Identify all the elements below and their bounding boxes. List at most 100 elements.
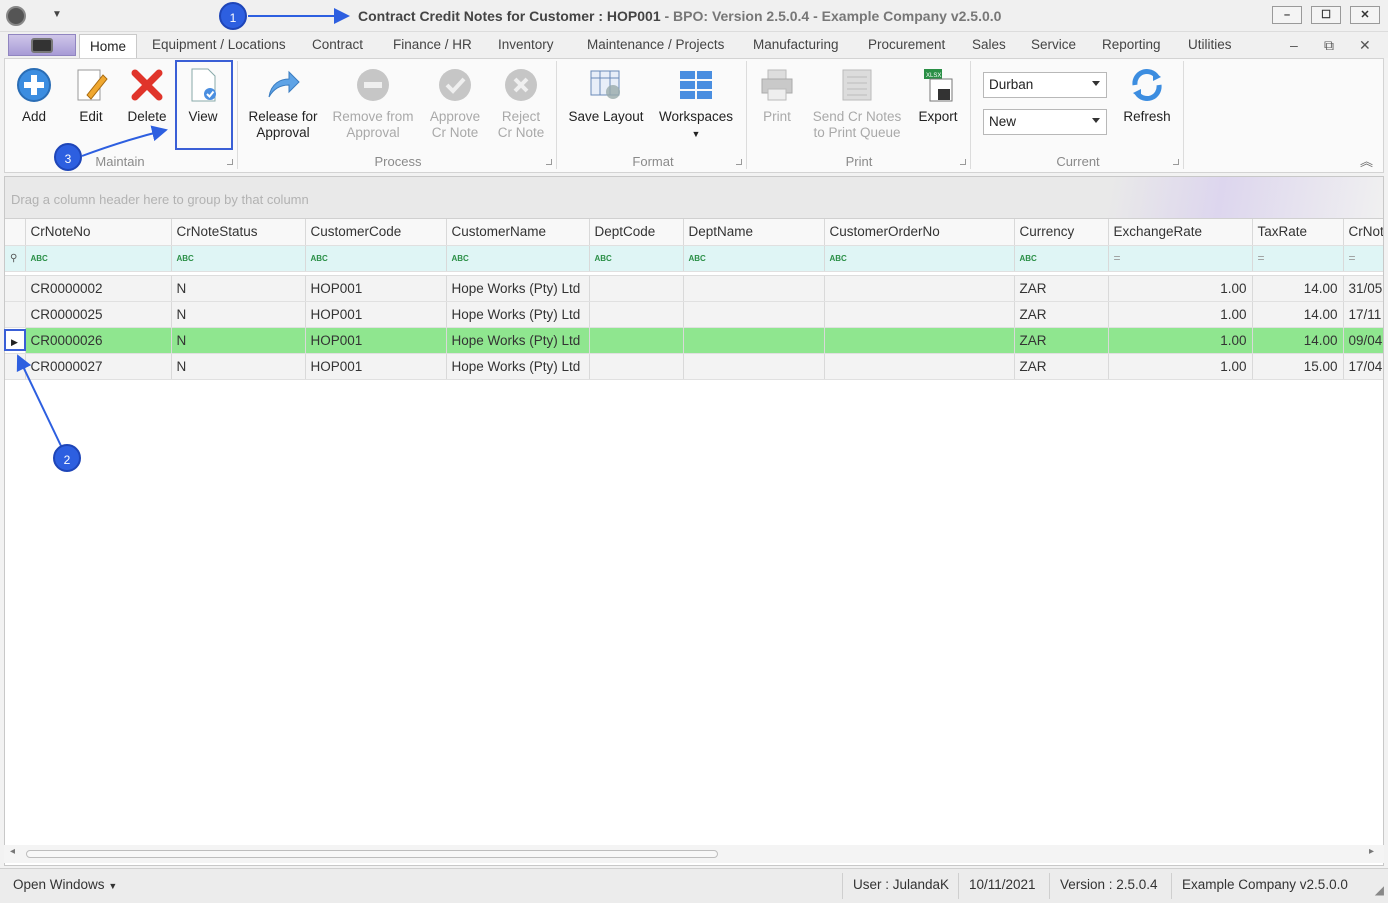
table-row[interactable]: CR0000002 N HOP001 Hope Works (Pty) Ltd ZAR 1…: [5, 275, 1383, 302]
table-cell[interactable]: 14.00: [1252, 327, 1344, 354]
format-launcher-icon[interactable]: [736, 159, 742, 165]
col-header-taxrate[interactable]: TaxRate: [1252, 219, 1344, 246]
filter-cell[interactable]: ABC: [305, 245, 447, 272]
workspaces-button[interactable]: Workspaces ▼: [657, 63, 735, 142]
filter-cell[interactable]: =: [1252, 245, 1344, 272]
tab-reporting[interactable]: Reporting: [1102, 37, 1161, 52]
tab-contract[interactable]: Contract: [312, 37, 363, 52]
edit-button[interactable]: Edit: [71, 63, 111, 125]
table-cell[interactable]: [683, 353, 825, 380]
refresh-button[interactable]: Refresh: [1117, 63, 1177, 125]
current-launcher-icon[interactable]: [1173, 159, 1179, 165]
tab-home[interactable]: Home: [79, 34, 138, 59]
process-launcher-icon[interactable]: [546, 159, 552, 165]
horizontal-scrollbar[interactable]: ◂ ▸: [4, 845, 1384, 863]
table-cell[interactable]: N: [171, 327, 306, 354]
table-cell[interactable]: [589, 275, 684, 302]
release-for-approval-button[interactable]: Release for Approval: [245, 63, 321, 141]
scroll-left-icon[interactable]: ◂: [10, 846, 15, 857]
filter-cell[interactable]: ABC: [1014, 245, 1109, 272]
scroll-right-icon[interactable]: ▸: [1369, 846, 1374, 857]
minimize-button[interactable]: –: [1272, 6, 1302, 24]
col-header-exchangerate[interactable]: ExchangeRate: [1108, 219, 1253, 246]
mdi-close-icon[interactable]: ✕: [1359, 37, 1371, 54]
send-to-print-queue-button[interactable]: Send Cr Notes to Print Queue: [807, 63, 907, 141]
group-by-panel[interactable]: Drag a column header here to group by th…: [5, 177, 1383, 219]
table-cell[interactable]: [589, 327, 684, 354]
maintain-launcher-icon[interactable]: [227, 159, 233, 165]
table-cell[interactable]: Hope Works (Pty) Ltd: [446, 275, 590, 302]
table-cell[interactable]: 09/04: [1343, 327, 1383, 354]
reject-cr-note-button[interactable]: Reject Cr Note: [493, 63, 549, 141]
table-cell[interactable]: [824, 327, 1015, 354]
tab-procurement[interactable]: Procurement: [868, 37, 945, 52]
row-indicator[interactable]: [5, 275, 26, 302]
table-cell[interactable]: CR0000002: [25, 275, 172, 302]
table-cell[interactable]: [824, 301, 1015, 328]
col-header-currency[interactable]: Currency: [1014, 219, 1109, 246]
col-header-customercode[interactable]: CustomerCode: [305, 219, 447, 246]
table-row[interactable]: CR0000025 N HOP001 Hope Works (Pty) Ltd ZAR 1…: [5, 301, 1383, 328]
table-cell[interactable]: HOP001: [305, 327, 447, 354]
table-cell[interactable]: CR0000025: [25, 301, 172, 328]
table-cell[interactable]: Hope Works (Pty) Ltd: [446, 353, 590, 380]
tab-utilities[interactable]: Utilities: [1188, 37, 1232, 52]
col-header-customername[interactable]: CustomerName: [446, 219, 590, 246]
quick-access-dropdown-icon[interactable]: ▼: [52, 9, 62, 20]
col-header-customerorderno[interactable]: CustomerOrderNo: [824, 219, 1015, 246]
col-header-deptcode[interactable]: DeptCode: [589, 219, 684, 246]
tab-service[interactable]: Service: [1031, 37, 1076, 52]
table-cell[interactable]: [589, 353, 684, 380]
resize-grip-icon[interactable]: ◢: [1375, 883, 1384, 897]
filter-cell[interactable]: =: [1343, 245, 1383, 272]
mdi-minimize-icon[interactable]: –: [1290, 37, 1298, 53]
delete-button[interactable]: Delete: [123, 63, 171, 125]
col-header-crnotestatus[interactable]: CrNoteStatus: [171, 219, 306, 246]
filter-cell[interactable]: ABC: [589, 245, 684, 272]
table-row[interactable]: ▶ CR0000026 N HOP001 Hope Works (Pty) Ltd ZAR…: [5, 327, 1383, 354]
table-cell[interactable]: 17/11: [1343, 301, 1383, 328]
filter-cell[interactable]: ABC: [683, 245, 825, 272]
remove-from-approval-button[interactable]: Remove from Approval: [331, 63, 415, 141]
table-cell[interactable]: CR0000026: [25, 327, 172, 354]
mdi-restore-icon[interactable]: ⧉: [1324, 37, 1334, 54]
table-cell[interactable]: 15.00: [1252, 353, 1344, 380]
save-layout-button[interactable]: Save Layout: [565, 63, 647, 125]
tab-manufacturing[interactable]: Manufacturing: [753, 37, 839, 52]
table-cell[interactable]: HOP001: [305, 353, 447, 380]
filter-cell[interactable]: ABC: [446, 245, 590, 272]
table-cell[interactable]: [683, 275, 825, 302]
status-dropdown[interactable]: New: [983, 109, 1107, 135]
table-cell[interactable]: ZAR: [1014, 327, 1109, 354]
table-cell[interactable]: N: [171, 275, 306, 302]
table-cell[interactable]: 1.00: [1108, 275, 1253, 302]
site-dropdown[interactable]: Durban: [983, 72, 1107, 98]
table-cell[interactable]: ZAR: [1014, 301, 1109, 328]
col-header-deptname[interactable]: DeptName: [683, 219, 825, 246]
table-cell[interactable]: 31/05: [1343, 275, 1383, 302]
table-cell[interactable]: 1.00: [1108, 327, 1253, 354]
table-cell[interactable]: HOP001: [305, 301, 447, 328]
filter-cell[interactable]: ABC: [824, 245, 1015, 272]
file-menu-button[interactable]: [8, 34, 76, 56]
tab-inventory[interactable]: Inventory: [498, 37, 554, 52]
table-cell[interactable]: ZAR: [1014, 353, 1109, 380]
filter-cell[interactable]: ABC: [171, 245, 306, 272]
approve-cr-note-button[interactable]: Approve Cr Note: [425, 63, 485, 141]
table-cell[interactable]: [824, 275, 1015, 302]
collapse-ribbon-icon[interactable]: ︽: [1360, 151, 1373, 170]
table-cell[interactable]: 1.00: [1108, 353, 1253, 380]
table-cell[interactable]: ZAR: [1014, 275, 1109, 302]
maximize-button[interactable]: ☐: [1311, 6, 1341, 24]
add-button[interactable]: Add: [13, 63, 55, 125]
table-cell[interactable]: 14.00: [1252, 275, 1344, 302]
print-launcher-icon[interactable]: [960, 159, 966, 165]
tab-equipment-locations[interactable]: Equipment / Locations: [152, 37, 286, 52]
table-cell[interactable]: CR0000027: [25, 353, 172, 380]
row-indicator[interactable]: [5, 353, 26, 380]
row-indicator[interactable]: [5, 301, 26, 328]
app-logo-icon[interactable]: [6, 6, 26, 26]
table-cell[interactable]: Hope Works (Pty) Ltd: [446, 301, 590, 328]
table-cell[interactable]: [824, 353, 1015, 380]
table-cell[interactable]: [683, 327, 825, 354]
